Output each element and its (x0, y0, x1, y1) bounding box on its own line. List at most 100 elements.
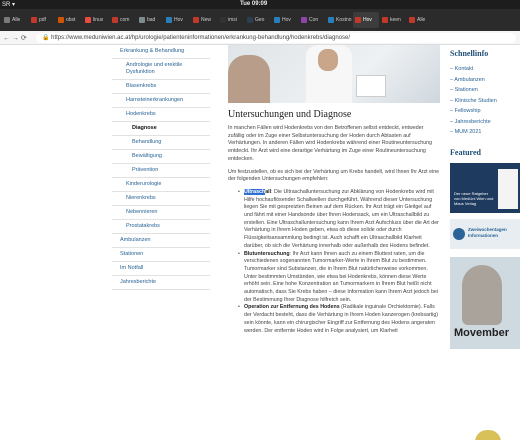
info-icon (453, 227, 465, 240)
right-column: Schnellinfo – Kontakt – Ambulanzen – Stati… (450, 45, 520, 349)
patient-figure (228, 55, 270, 103)
document-figure (356, 75, 386, 97)
os-clock[interactable]: Tue 09:09 (240, 1, 267, 7)
sidebar-item[interactable]: Ambulanzen (112, 234, 210, 248)
quick-link[interactable]: – Stationen (450, 85, 520, 96)
sidebar-item[interactable]: Behandlung (112, 136, 210, 150)
browser-tab[interactable]: Alle (407, 12, 433, 28)
tab-favicon-icon (166, 17, 172, 23)
tab-label: linux (93, 17, 104, 23)
quick-link[interactable]: – Ambulanzen (450, 75, 520, 86)
os-top-bar: SR ▾ Tue 09:09 (0, 0, 520, 9)
tab-label: com (120, 17, 130, 23)
tab-favicon-icon (85, 17, 91, 23)
sidebar-item[interactable]: Hodenkrebs (112, 108, 210, 122)
tab-favicon-icon (301, 17, 307, 23)
tab-favicon-icon (328, 17, 334, 23)
sidebar-item[interactable]: Blasenkrebs (112, 80, 210, 94)
quick-link[interactable]: – Kontakt (450, 64, 520, 75)
url-text: https://www.meduniwien.ac.at/hp/urologie… (51, 35, 351, 41)
tab-favicon-icon (112, 17, 118, 23)
sidebar-item[interactable]: Nierenkrebs (112, 192, 210, 206)
browser-tab[interactable]: Hov (164, 12, 190, 28)
sidebar-item[interactable]: Nebennieren (112, 206, 210, 220)
sidebar-item[interactable]: Stationen (112, 248, 210, 262)
sidebar-item[interactable]: Prostatakrebs (112, 220, 210, 234)
sidebar-item[interactable]: Harnsteinerkrankungen (112, 94, 210, 108)
tab-label: Hov (282, 17, 291, 23)
main-content: Untersuchungen und Diagnose In manchen F… (228, 45, 440, 335)
page-title: Untersuchungen und Diagnose (228, 109, 352, 120)
sidebar-item[interactable]: Im Notfall (112, 262, 210, 276)
tab-label: pdf (39, 17, 46, 23)
quick-link[interactable]: – Jahresberichte (450, 117, 520, 128)
browser-tab[interactable]: linux (83, 12, 109, 28)
tab-favicon-icon (139, 17, 145, 23)
browser-tab[interactable]: Hov (353, 12, 379, 28)
sidebar-item[interactable]: Andrologie und erektile Dysfunktion (112, 59, 210, 80)
quick-link[interactable]: – Klinische Studien (450, 96, 520, 107)
tab-favicon-icon (31, 17, 37, 23)
tab-label: Alle (12, 17, 21, 23)
tab-favicon-icon (355, 17, 361, 23)
nav-buttons[interactable]: ← → ⟳ (3, 34, 27, 42)
quick-link[interactable]: – Fellowship (450, 106, 520, 117)
diagnosis-term: Blutuntersuchung (244, 250, 290, 257)
tab-label: Geo (255, 17, 265, 23)
browser-tab-strip: Alle pdf obst linux com bad Hov New imsi Geo Hov Co… (0, 9, 520, 31)
browser-tab[interactable]: obst (56, 12, 82, 28)
sidebar-item[interactable]: Erkrankung & Behandlung (112, 45, 210, 59)
diagnosis-text: : Die Ultraschalluntersuchung zur Abklär… (244, 188, 439, 249)
browser-tab[interactable]: Geo (245, 12, 271, 28)
movember-label: Movember (454, 326, 510, 339)
tab-favicon-icon (220, 17, 226, 23)
sidebar-item[interactable]: Prävention (112, 164, 210, 178)
os-menu-label[interactable]: SR ▾ (2, 1, 15, 8)
sidebar-item[interactable]: Bewältigung (112, 150, 210, 164)
browser-tab[interactable]: Alle (2, 12, 28, 28)
tab-label: bad (147, 17, 156, 23)
book-stack (498, 168, 518, 209)
doctor-head (318, 49, 338, 71)
diagnosis-item: Operation zur Entfernung des Hodens (Rad… (228, 304, 440, 335)
browser-tab[interactable]: imsi (218, 12, 244, 28)
tab-label: Con (309, 17, 319, 23)
quick-link[interactable]: – MUM 2021 (450, 127, 520, 138)
tab-favicon-icon (193, 17, 199, 23)
diagnosis-term: Ultrasch (244, 188, 266, 195)
address-bar: ← → ⟳ 🔒 https://www.meduniwien.ac.at/hp/… (0, 31, 520, 45)
browser-tab[interactable]: Con (299, 12, 325, 28)
url-input[interactable]: 🔒 https://www.meduniwien.ac.at/hp/urolog… (36, 33, 516, 43)
browser-tab[interactable]: com (110, 12, 136, 28)
diagnosis-term: Operation zur Entfernung des Hodens (244, 304, 340, 311)
tab-label: imsi (228, 17, 237, 23)
browser-tab[interactable]: New (191, 12, 217, 28)
info-banner-text: Zweiwochentagen Informationen (468, 226, 507, 238)
browser-tab[interactable]: Kostno (326, 12, 352, 28)
tab-favicon-icon (274, 17, 280, 23)
bust-figure (462, 264, 502, 325)
browser-tab[interactable]: keen (380, 12, 406, 28)
diagnosis-item: Ultraschall: Die Ultraschalluntersuchung… (228, 188, 440, 251)
hero-image (228, 45, 440, 103)
tab-label: keen (390, 17, 401, 23)
diagnosis-list: Ultraschall: Die Ultraschalluntersuchung… (228, 188, 440, 335)
lock-icon: 🔒 (42, 35, 52, 41)
tab-favicon-icon (409, 17, 415, 23)
featured-book-banner[interactable]: Der neue Ratgeber von MedUni Wien und Ma… (450, 162, 520, 213)
browser-tab[interactable]: bad (137, 12, 163, 28)
browser-tab[interactable]: Hov (272, 12, 298, 28)
movember-banner[interactable]: Movember (450, 256, 520, 349)
featured-info-banner[interactable]: Zweiwochentagen Informationen (450, 218, 520, 249)
sidebar-item[interactable]: Jahresberichte (112, 276, 210, 290)
browser-tab[interactable]: pdf (29, 12, 55, 28)
tab-label: New (201, 17, 212, 23)
sidebar-item[interactable]: Diagnose (112, 122, 210, 136)
tab-favicon-icon (4, 17, 10, 23)
sidebar-item[interactable]: Kinderurologie (112, 178, 210, 192)
tab-label: Hov (363, 17, 372, 23)
sidebar-nav: Erkrankung & Behandlung Andrologie und er… (112, 45, 210, 290)
tab-favicon-icon (247, 17, 253, 23)
tab-favicon-icon (58, 17, 64, 23)
tab-label: obst (66, 17, 76, 23)
